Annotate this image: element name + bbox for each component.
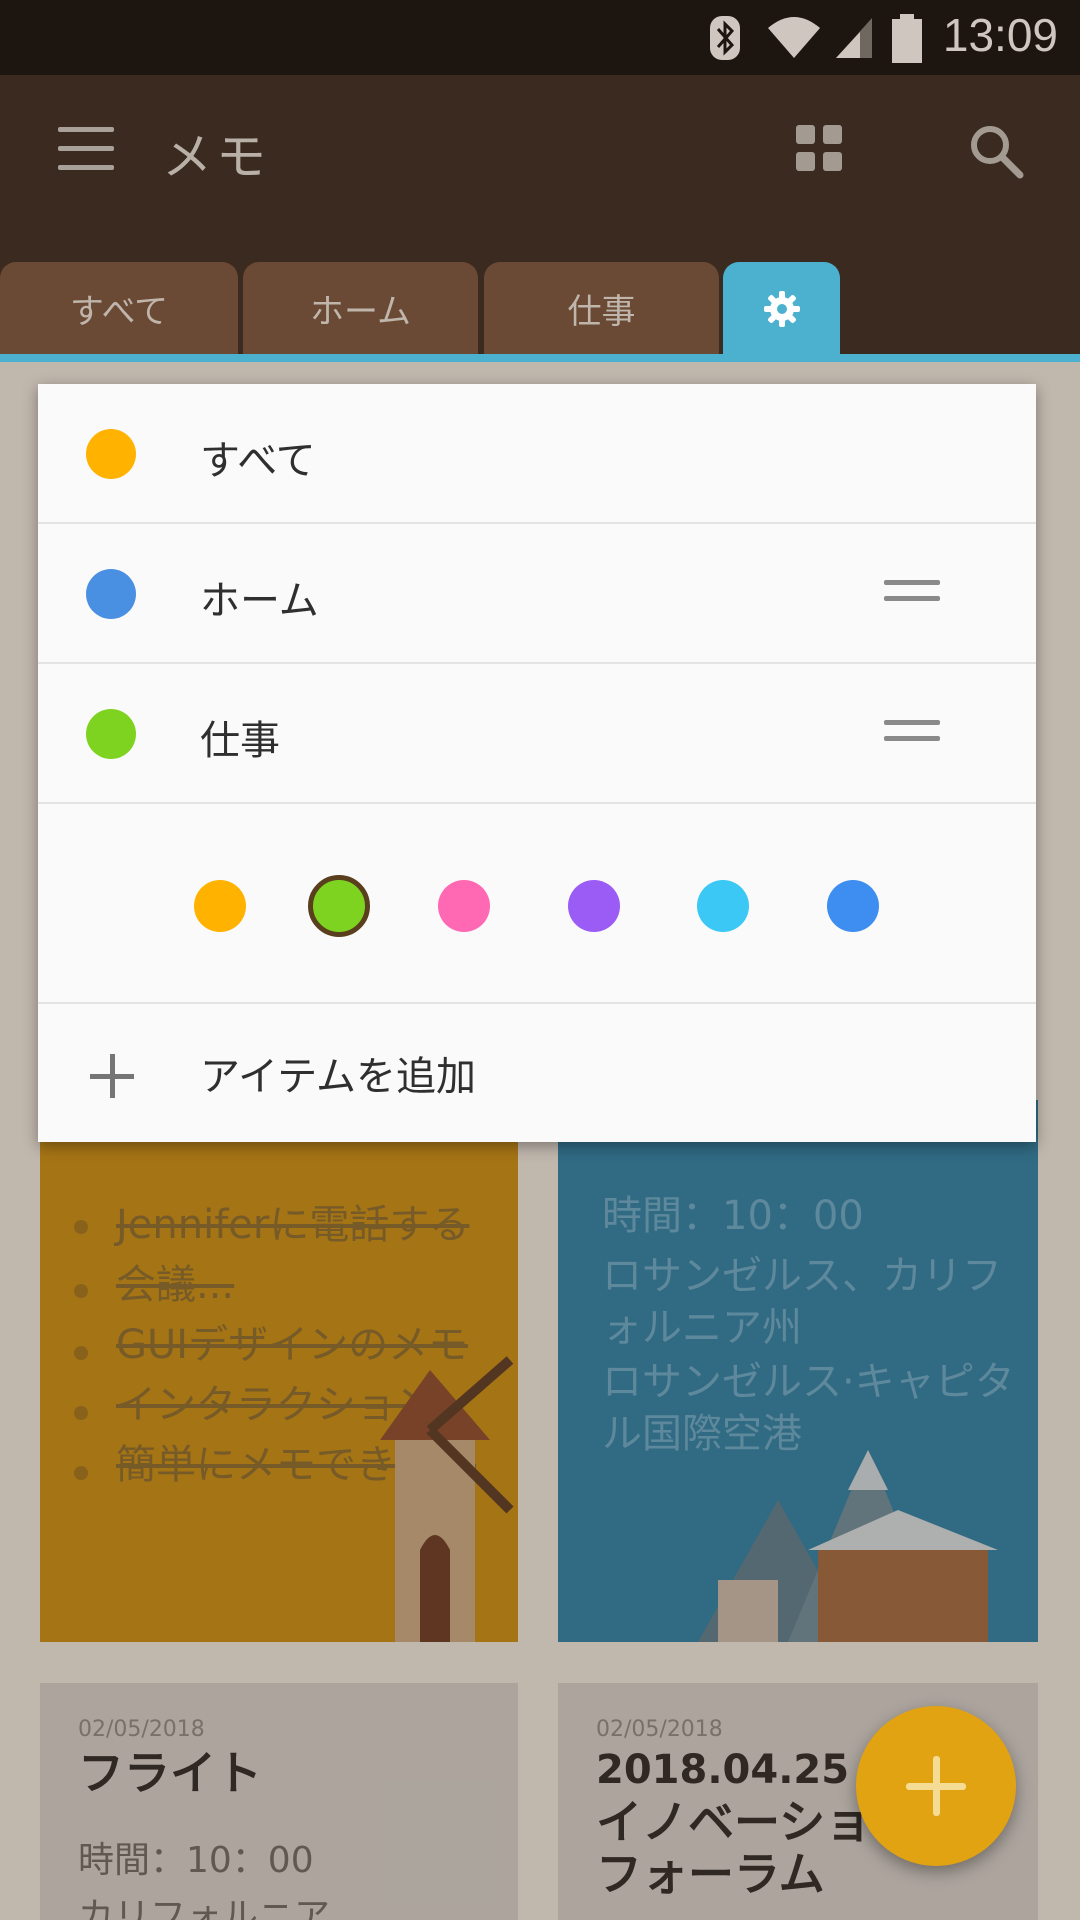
bluetooth-icon <box>710 16 740 60</box>
color-swatch-green[interactable] <box>308 875 370 937</box>
tab-label: ホーム <box>310 292 411 332</box>
tab-bar: すべて ホーム 仕事 <box>0 262 1080 355</box>
category-label: ホーム <box>200 578 319 624</box>
search-icon[interactable] <box>968 123 1024 179</box>
drag-handle-icon[interactable] <box>884 720 940 746</box>
color-swatch-blue[interactable] <box>827 880 879 932</box>
status-time: 13:09 <box>942 9 1058 61</box>
category-row-all[interactable]: すべて <box>38 384 1036 524</box>
tab-home[interactable]: ホーム <box>243 262 478 355</box>
tab-indicator <box>0 354 1080 362</box>
color-swatch-purple[interactable] <box>568 880 620 932</box>
category-label: すべて <box>200 438 316 484</box>
color-palette <box>38 804 1036 1004</box>
color-swatch-cyan[interactable] <box>697 880 749 932</box>
tab-label: すべて <box>69 292 169 332</box>
color-swatch-pink[interactable] <box>438 880 490 932</box>
tab-settings[interactable] <box>723 262 840 355</box>
gear-icon <box>763 290 800 327</box>
color-dot <box>86 709 136 759</box>
tab-work[interactable]: 仕事 <box>484 262 719 355</box>
tab-label: 仕事 <box>567 292 636 332</box>
add-item-label: アイテムを追加 <box>200 1054 476 1100</box>
category-row-home[interactable]: ホーム <box>38 524 1036 664</box>
grid-view-icon[interactable] <box>796 125 842 171</box>
status-bar: 13:09 <box>0 0 1080 75</box>
color-swatch-yellow[interactable] <box>194 880 246 932</box>
tab-all[interactable]: すべて <box>0 262 238 355</box>
category-settings-popup: すべて ホーム 仕事 アイテムを追加 <box>38 384 1036 1142</box>
page-title: メモ <box>162 128 270 186</box>
category-row-work[interactable]: 仕事 <box>38 664 1036 804</box>
add-item-button[interactable]: アイテムを追加 <box>38 1004 1036 1142</box>
plus-icon <box>90 1054 134 1098</box>
menu-icon[interactable] <box>58 127 114 171</box>
battery-icon <box>892 14 922 63</box>
add-note-fab[interactable] <box>856 1706 1016 1866</box>
wifi-icon <box>768 17 820 58</box>
drag-handle-icon[interactable] <box>884 580 940 606</box>
color-dot <box>86 569 136 619</box>
signal-icon <box>836 18 872 58</box>
category-label: 仕事 <box>200 718 280 764</box>
color-dot <box>86 429 136 479</box>
